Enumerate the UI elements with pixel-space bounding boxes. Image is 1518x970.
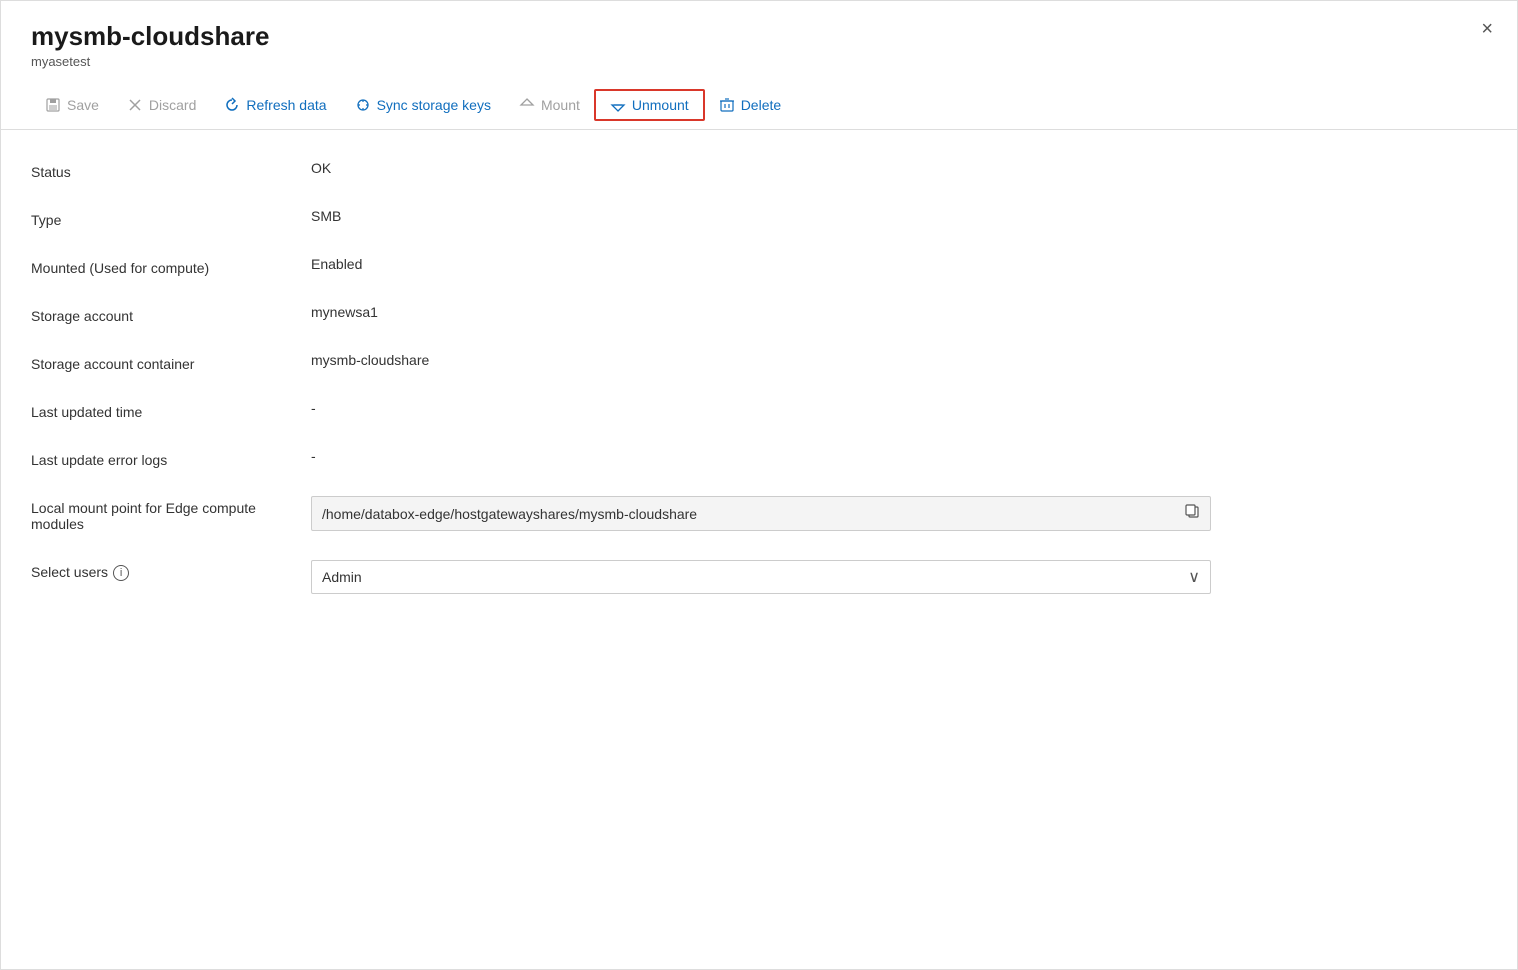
field-label: Type: [31, 208, 311, 228]
field-row: StatusOK: [31, 160, 1487, 180]
discard-button[interactable]: Discard: [113, 91, 210, 119]
refresh-label: Refresh data: [246, 97, 326, 113]
select-users-box[interactable]: Admin∨: [311, 560, 1211, 594]
sync-icon: [355, 97, 371, 113]
field-row: Last updated time-: [31, 400, 1487, 420]
toolbar: Save Discard Refresh data: [1, 81, 1517, 130]
select-value: Admin: [322, 569, 1188, 585]
delete-button[interactable]: Delete: [705, 91, 795, 119]
field-row: Storage accountmynewsa1: [31, 304, 1487, 324]
close-button[interactable]: ×: [1481, 19, 1493, 39]
field-label: Status: [31, 160, 311, 180]
field-row: Local mount point for Edge compute modul…: [31, 496, 1487, 532]
mount-icon: [519, 97, 535, 113]
panel: mysmb-cloudshare myasetest × Save: [0, 0, 1518, 970]
discard-icon: [127, 97, 143, 113]
sync-button[interactable]: Sync storage keys: [341, 91, 505, 119]
fields-container: StatusOK TypeSMB Mounted (Used for compute…: [31, 160, 1487, 594]
refresh-button[interactable]: Refresh data: [210, 91, 340, 119]
field-row: Storage account containermysmb-cloudshar…: [31, 352, 1487, 372]
unmount-icon: [610, 97, 626, 113]
field-label: Local mount point for Edge compute modul…: [31, 496, 311, 532]
field-row: TypeSMB: [31, 208, 1487, 228]
field-row: Last update error logs-: [31, 448, 1487, 468]
field-value: OK: [311, 160, 1487, 176]
unmount-label: Unmount: [632, 97, 689, 113]
mount-button[interactable]: Mount: [505, 91, 594, 119]
save-icon: [45, 97, 61, 113]
discard-label: Discard: [149, 97, 196, 113]
panel-subtitle: myasetest: [31, 54, 1487, 69]
field-label: Storage account container: [31, 352, 311, 372]
field-label: Mounted (Used for compute): [31, 256, 311, 276]
field-row: Select usersiAdmin∨: [31, 560, 1487, 594]
field-value: mynewsa1: [311, 304, 1487, 320]
field-value: -: [311, 448, 1487, 464]
save-label: Save: [67, 97, 99, 113]
refresh-icon: [224, 97, 240, 113]
save-button[interactable]: Save: [31, 91, 113, 119]
sync-label: Sync storage keys: [377, 97, 491, 113]
field-value: mysmb-cloudshare: [311, 352, 1487, 368]
field-row: Mounted (Used for compute)Enabled: [31, 256, 1487, 276]
panel-header: mysmb-cloudshare myasetest ×: [1, 1, 1517, 69]
chevron-down-icon: ∨: [1188, 567, 1200, 587]
mount-label: Mount: [541, 97, 580, 113]
field-value: SMB: [311, 208, 1487, 224]
info-icon: i: [113, 565, 129, 581]
field-value: -: [311, 400, 1487, 416]
field-label: Last updated time: [31, 400, 311, 420]
panel-title: mysmb-cloudshare: [31, 21, 1487, 52]
content-area: StatusOK TypeSMB Mounted (Used for compute…: [1, 130, 1517, 652]
copy-icon[interactable]: [1184, 503, 1200, 524]
field-label: Last update error logs: [31, 448, 311, 468]
field-value: /home/databox-edge/hostgatewayshares/mys…: [311, 496, 1211, 531]
readonly-value: /home/databox-edge/hostgatewayshares/mys…: [322, 506, 697, 522]
field-value: Enabled: [311, 256, 1487, 272]
field-value[interactable]: Admin∨: [311, 560, 1487, 594]
delete-label: Delete: [741, 97, 781, 113]
unmount-button[interactable]: Unmount: [594, 89, 705, 121]
delete-icon: [719, 97, 735, 113]
field-label: Select usersi: [31, 560, 311, 581]
field-label: Storage account: [31, 304, 311, 324]
